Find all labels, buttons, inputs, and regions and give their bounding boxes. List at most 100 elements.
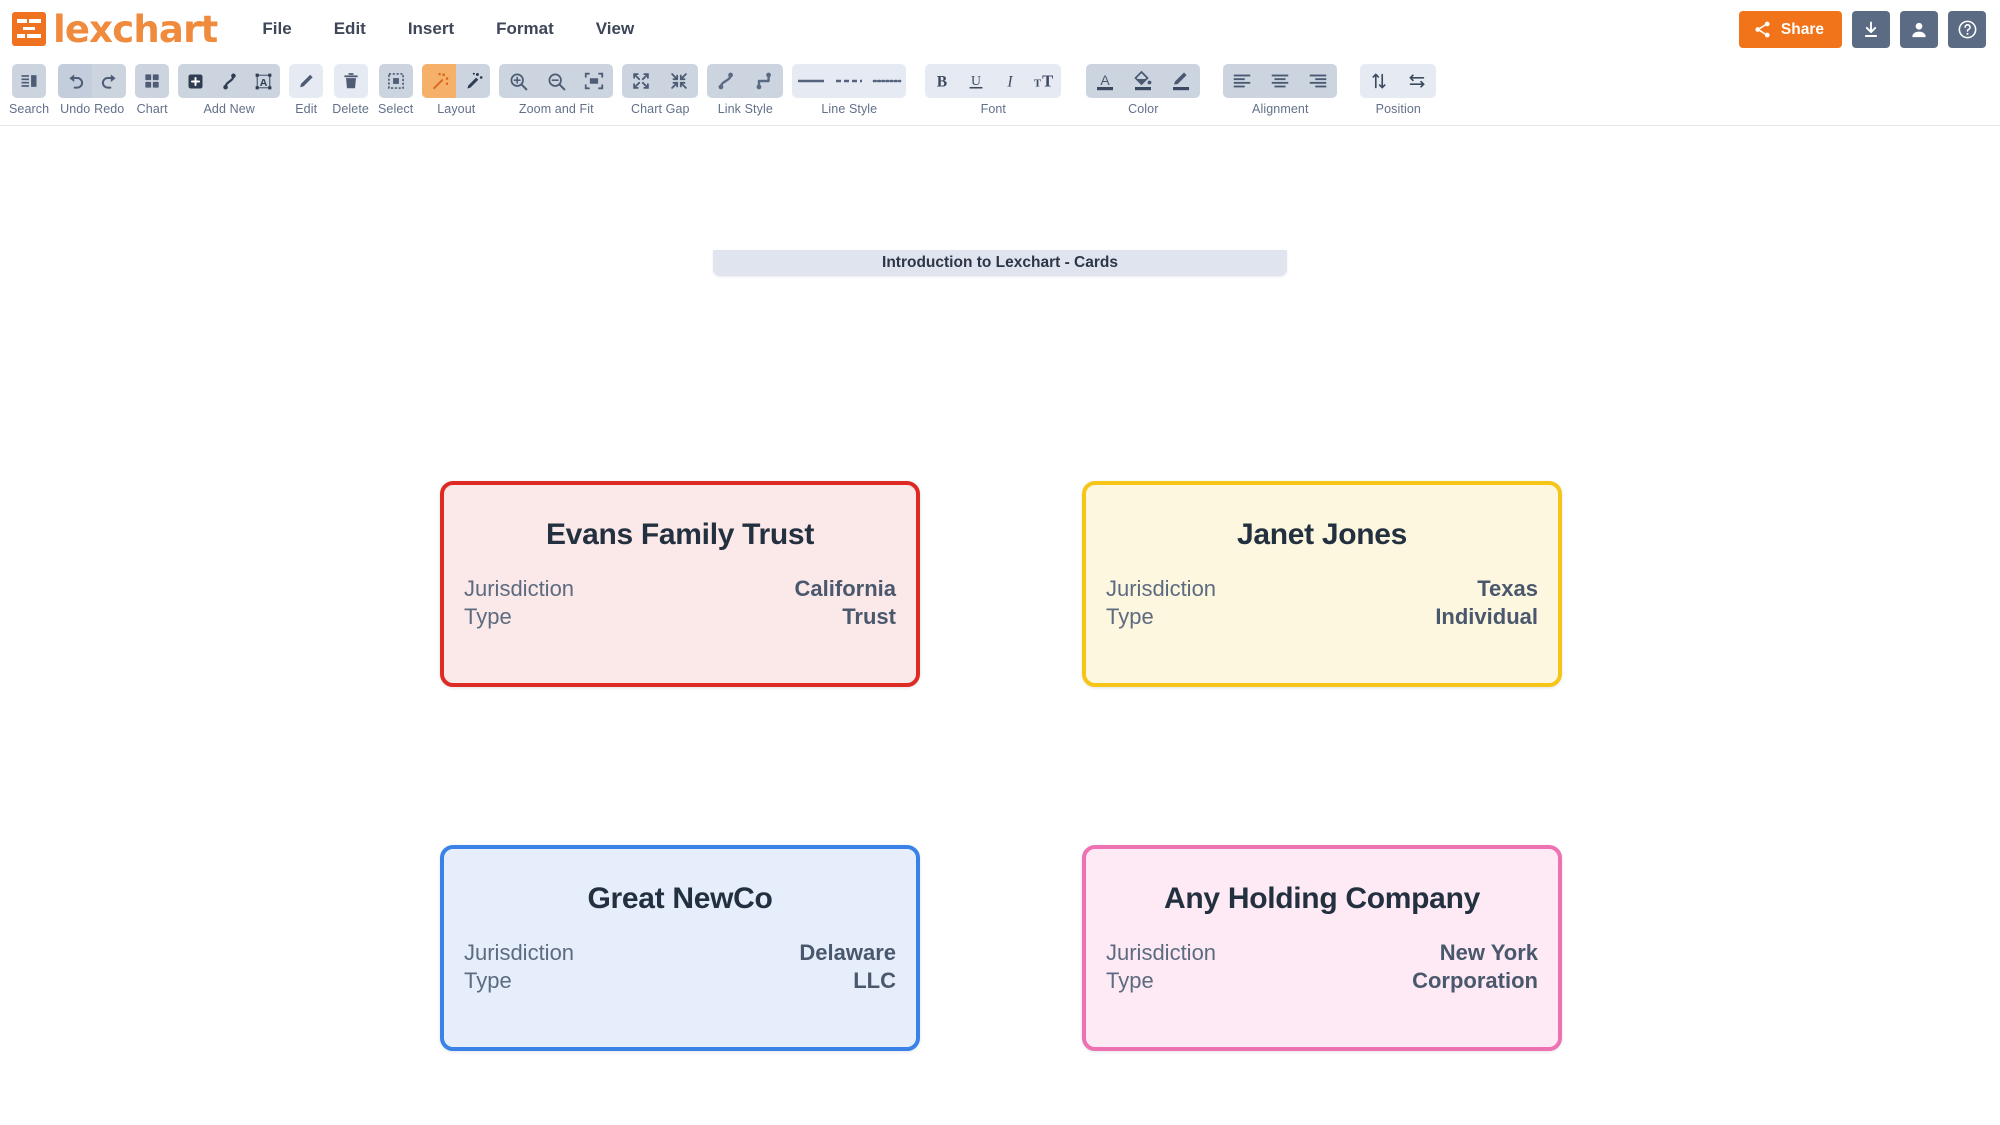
fill-color-icon <box>1134 70 1152 91</box>
move-horizontal-button[interactable] <box>1398 64 1436 98</box>
auto-layout-button[interactable] <box>422 64 457 98</box>
toolbar-label-font: Font <box>980 102 1006 116</box>
card-row-value: Delaware <box>799 940 896 965</box>
contract-gap-button[interactable] <box>660 64 698 98</box>
svg-text:T: T <box>1042 72 1053 91</box>
toolbar-group-line-style: Line Style <box>792 64 907 116</box>
dashed-line-button[interactable] <box>830 64 868 98</box>
font-size-button[interactable]: T T <box>1027 64 1061 98</box>
undo-button[interactable] <box>58 64 93 98</box>
toolbar-group-chart-gap: Chart Gap <box>622 64 699 116</box>
card-row: Type Corporation <box>1104 968 1540 994</box>
share-icon <box>1755 21 1770 38</box>
solid-line-button[interactable] <box>792 64 830 98</box>
brand-name: lexchart <box>53 7 218 51</box>
toolbar-group-layout: Layout <box>422 64 491 116</box>
line-color-icon <box>1173 72 1190 91</box>
account-button[interactable] <box>1900 11 1938 48</box>
curved-link-icon <box>718 72 734 90</box>
toolbar-label-link-style: Link Style <box>717 102 773 116</box>
orthogonal-link-button[interactable] <box>745 64 783 98</box>
move-vertical-button[interactable] <box>1360 64 1398 98</box>
menu-item-file[interactable]: File <box>241 11 312 47</box>
line-color-button[interactable] <box>1162 64 1200 98</box>
toolbar-group-font: B U I T T Font <box>925 64 1062 116</box>
italic-icon: I <box>1007 74 1014 91</box>
card-title: Great NewCo <box>587 882 773 915</box>
chart-card-evans-family-trust[interactable]: Evans Family Trust Jurisdiction Californ… <box>440 481 920 687</box>
align-center-button[interactable] <box>1261 64 1299 98</box>
card-attributes: Jurisdiction California Type Trust <box>462 576 898 630</box>
underline-button[interactable]: U <box>959 64 993 98</box>
card-row-key: Jurisdiction <box>464 940 575 965</box>
svg-text:A: A <box>1101 72 1111 88</box>
zoom-out-button[interactable] <box>537 64 575 98</box>
curved-link-button[interactable] <box>707 64 745 98</box>
toolbar-group-zoom-and-fit: Zoom and Fit <box>499 64 614 116</box>
card-attributes: Jurisdiction New York Type Corporation <box>1104 940 1540 994</box>
toolbar-label-alignment: Alignment <box>1252 102 1309 116</box>
chart-button[interactable] <box>135 64 169 98</box>
magic-wand-icon <box>432 72 449 89</box>
card-row-value: Individual <box>1435 604 1538 629</box>
add-box-button[interactable] <box>178 64 212 98</box>
redo-button[interactable] <box>92 64 126 98</box>
bold-icon: B <box>937 74 947 91</box>
toolbar-label-undo: Undo <box>60 102 91 116</box>
document-title-tab[interactable]: Introduction to Lexchart - Cards <box>713 250 1287 276</box>
italic-button[interactable]: I <box>993 64 1027 98</box>
download-button[interactable] <box>1852 11 1890 48</box>
card-row-key: Type <box>464 604 512 629</box>
lexchart-logo-icon <box>12 12 46 46</box>
zoom-out-icon <box>548 73 566 90</box>
search-button[interactable] <box>12 64 46 98</box>
svg-text:T: T <box>1034 78 1042 90</box>
underline-icon: U <box>969 73 983 89</box>
chart-card-janet-jones[interactable]: Janet Jones Jurisdiction Texas Type Indi… <box>1082 481 1562 687</box>
add-textbox-button[interactable]: A <box>246 64 280 98</box>
svg-text:I: I <box>1007 74 1014 91</box>
share-button[interactable]: Share <box>1738 11 1842 48</box>
fit-screen-button[interactable] <box>575 64 613 98</box>
toolbar-label-chart: Chart <box>136 102 168 116</box>
manual-layout-button[interactable] <box>456 64 490 98</box>
align-left-button[interactable] <box>1223 64 1261 98</box>
dotted-line-button[interactable] <box>868 64 906 98</box>
menu-item-view[interactable]: View <box>575 11 655 47</box>
align-right-button[interactable] <box>1299 64 1337 98</box>
solid-line-icon <box>798 79 825 83</box>
menu-item-insert[interactable]: Insert <box>387 11 475 47</box>
brand-logo[interactable]: lexchart <box>12 7 218 51</box>
toolbar-group-search: Search <box>9 64 49 116</box>
help-circle-icon <box>1958 20 1976 39</box>
chart-canvas[interactable]: Introduction to Lexchart - Cards Evans F… <box>0 126 2000 1125</box>
text-color-button[interactable]: A <box>1086 64 1124 98</box>
chart-card-great-newco[interactable]: Great NewCo Jurisdiction Delaware Type L… <box>440 845 920 1051</box>
expand-gap-button[interactable] <box>622 64 660 98</box>
bold-button[interactable]: B <box>925 64 959 98</box>
zoom-in-button[interactable] <box>499 64 537 98</box>
top-bar: lexchart File Edit Insert Format View Sh… <box>0 0 2000 58</box>
card-row: Type LLC <box>462 968 898 994</box>
card-row-value: Trust <box>842 604 896 629</box>
select-button[interactable] <box>379 64 413 98</box>
delete-button[interactable] <box>334 64 368 98</box>
add-box-icon <box>188 74 203 88</box>
fill-color-button[interactable] <box>1124 64 1162 98</box>
toolbar-group-select: Select <box>378 64 413 116</box>
card-row: Jurisdiction California <box>462 576 898 602</box>
chart-card-any-holding-company[interactable]: Any Holding Company Jurisdiction New Yor… <box>1082 845 1562 1051</box>
card-row: Jurisdiction Delaware <box>462 940 898 966</box>
zoom-in-icon <box>510 73 528 90</box>
menu-item-edit[interactable]: Edit <box>313 11 387 47</box>
search-panel-icon <box>21 75 37 87</box>
menu-item-format[interactable]: Format <box>475 11 575 47</box>
card-row-key: Type <box>464 968 512 993</box>
help-button[interactable] <box>1948 11 1986 48</box>
toolbar-label-zoom-and-fit: Zoom and Fit <box>518 102 594 116</box>
edit-button[interactable] <box>289 64 323 98</box>
toolbar-label-redo: Redo <box>94 102 125 116</box>
add-link-button[interactable] <box>212 64 246 98</box>
dashed-line-icon <box>836 79 863 83</box>
toolbar-group-undo-redo: Undo Redo <box>58 64 127 116</box>
